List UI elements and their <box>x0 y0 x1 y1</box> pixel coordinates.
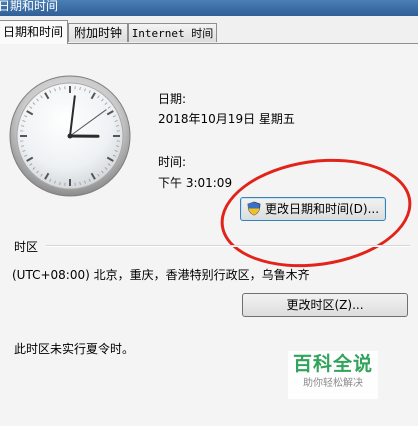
analog-clock <box>9 75 131 197</box>
watermark-subtitle: 助你轻松解决 <box>303 378 363 389</box>
dst-note: 此时区未实行夏令时。 <box>14 342 135 356</box>
tab-strip: 日期和时间 附加时钟 Internet 时间 <box>0 20 418 44</box>
window-title: 日期和时间 <box>0 0 59 13</box>
watermark-title: 百科全说 <box>292 353 373 375</box>
tab-label: Internet 时间 <box>131 27 214 40</box>
watermark-logo: 百科全说 助你轻松解决 <box>288 351 378 399</box>
change-timezone-label: 更改时区(Z)... <box>286 298 364 312</box>
timezone-separator <box>46 245 410 247</box>
change-timezone-button[interactable]: 更改时区(Z)... <box>242 293 408 317</box>
tab-date-and-time[interactable]: 日期和时间 <box>0 20 68 44</box>
title-bar: 日期和时间 <box>0 0 418 16</box>
date-value: 2018年10月19日 星期五 <box>158 112 295 126</box>
uac-shield-icon <box>247 201 261 216</box>
time-value: 下午 3:01:09 <box>158 176 233 190</box>
tab-additional-clocks[interactable]: 附加时钟 <box>68 23 128 42</box>
date-label: 日期: <box>158 92 187 106</box>
clock-center-pin <box>67 133 73 139</box>
time-label: 时间: <box>158 155 187 169</box>
date-time-dialog: 日期和时间 日期和时间 附加时钟 Internet 时间 日期: 2018年10… <box>0 0 418 426</box>
timezone-value: (UTC+08:00) 北京，重庆，香港特别行政区，乌鲁木齐 <box>12 268 310 282</box>
tab-label: 日期和时间 <box>2 25 63 39</box>
tab-label: 附加时钟 <box>73 26 122 40</box>
tab-internet-time[interactable]: Internet 时间 <box>128 23 217 42</box>
change-date-time-label: 更改日期和时间(D)... <box>264 202 380 216</box>
change-date-time-button[interactable]: 更改日期和时间(D)... <box>240 197 386 221</box>
timezone-section-label: 时区 <box>14 240 39 254</box>
